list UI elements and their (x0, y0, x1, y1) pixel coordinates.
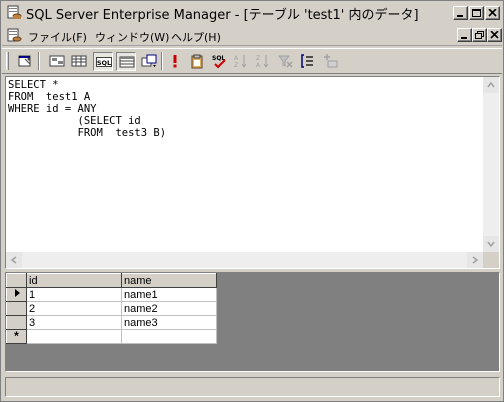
sort-descending-icon: Z A (256, 55, 269, 69)
column-header-name[interactable]: name (121, 273, 217, 288)
results-pane[interactable]: id name 1 name1 2 name2 3 name3 * (5, 272, 500, 372)
svg-text:Z: Z (256, 55, 260, 62)
scroll-left-button[interactable] (6, 252, 22, 268)
group-by-button[interactable] (297, 52, 317, 71)
remove-filter-icon (277, 55, 293, 68)
chevron-right-icon (472, 256, 479, 264)
document-window-icon[interactable] (6, 28, 22, 44)
new-row-selector[interactable]: * (6, 329, 27, 344)
clipboard-check-icon (191, 54, 203, 69)
row-header-corner[interactable] (6, 273, 27, 288)
add-table-button (320, 52, 340, 71)
toolbar-separator (38, 52, 40, 70)
window-title: SQL Server Enterprise Manager - [テーブル 't… (26, 8, 419, 23)
scroll-down-button[interactable] (483, 236, 499, 252)
maximize-button[interactable] (469, 6, 484, 20)
run-button[interactable] (165, 52, 185, 71)
svg-text:Z: Z (234, 62, 238, 69)
cell-id[interactable]: 1 (26, 287, 122, 302)
menu-help[interactable]: ヘルプ(H) (171, 29, 221, 45)
row-selector[interactable] (6, 287, 27, 302)
show-grid-pane-button[interactable] (69, 52, 89, 71)
scroll-right-button[interactable] (467, 252, 483, 268)
enterprise-manager-app-icon[interactable] (6, 5, 22, 21)
title-bar[interactable]: SQL Server Enterprise Manager - [テーブル 't… (2, 3, 502, 24)
menu-file[interactable]: ファイル(F) (28, 29, 87, 45)
grid-pane-icon (71, 55, 87, 67)
chevron-left-icon (10, 256, 17, 264)
menu-window[interactable]: ウィンドウ(W) (95, 29, 169, 45)
check-sql-syntax-button[interactable]: SQL (209, 52, 229, 71)
properties-button[interactable] (15, 52, 35, 71)
child-restore-button[interactable] (472, 28, 487, 42)
sql-pane[interactable]: SELECT * FROM test1 A WHERE id = ANY (SE… (5, 76, 500, 269)
new-row[interactable]: * (6, 329, 217, 344)
change-query-type-icon (141, 54, 157, 67)
diagram-pane-icon (49, 55, 65, 67)
sort-ascending-icon: A Z (234, 55, 247, 69)
row-selector[interactable] (6, 301, 27, 316)
run-icon (173, 55, 177, 68)
chevron-down-icon (487, 241, 495, 248)
table-row[interactable]: 3 name3 (6, 315, 217, 330)
remove-filter-button (275, 52, 295, 71)
show-sql-pane-button[interactable]: SQL (93, 52, 113, 71)
cell-id[interactable]: 3 (26, 315, 122, 330)
grid-header-row: id name (6, 273, 217, 288)
new-row-icon: * (14, 329, 19, 343)
table-row[interactable]: 1 name1 (6, 287, 217, 302)
add-table-icon (324, 54, 338, 68)
sql-vertical-scrollbar[interactable] (483, 77, 499, 252)
show-diagram-pane-button[interactable] (47, 52, 67, 71)
cell-id[interactable] (26, 329, 122, 344)
change-query-type-button[interactable] (139, 52, 159, 71)
minimize-button[interactable] (453, 6, 468, 20)
column-header-id[interactable]: id (26, 273, 122, 288)
current-row-icon (14, 289, 20, 297)
status-bar (5, 377, 500, 397)
toolbar-grip[interactable] (6, 52, 9, 70)
child-minimize-button[interactable] (457, 28, 472, 42)
app-window: SQL Server Enterprise Manager - [テーブル 't… (0, 0, 504, 402)
properties-icon (18, 55, 31, 67)
scroll-up-button[interactable] (483, 77, 499, 93)
group-by-icon (301, 54, 313, 68)
close-button[interactable] (485, 6, 500, 20)
results-pane-icon (119, 56, 135, 68)
cell-name[interactable]: name2 (121, 301, 217, 316)
scrollbar-corner (483, 252, 499, 268)
toolbar-separator (161, 52, 163, 70)
table-row[interactable]: 2 name2 (6, 301, 217, 316)
cell-name[interactable]: name1 (121, 287, 217, 302)
sql-pane-icon: SQL (96, 57, 112, 67)
query-toolbar: SQL SQL A Z Z A (2, 48, 502, 74)
verify-sql-button[interactable] (187, 52, 207, 71)
svg-text:SQL: SQL (97, 59, 111, 67)
cell-name[interactable]: name3 (121, 315, 217, 330)
menu-bar: ファイル(F) ウィンドウ(W) ヘルプ(H) (2, 26, 502, 46)
cell-id[interactable]: 2 (26, 301, 122, 316)
show-results-pane-button[interactable] (116, 52, 136, 71)
child-close-button[interactable] (487, 28, 502, 42)
svg-text:A: A (234, 55, 239, 62)
row-selector[interactable] (6, 315, 27, 330)
sort-descending-button: Z A (253, 52, 273, 71)
svg-text:A: A (256, 62, 261, 69)
results-grid[interactable]: id name 1 name1 2 name2 3 name3 * (6, 273, 217, 344)
sort-ascending-button: A Z (231, 52, 251, 71)
sql-query-text[interactable]: SELECT * FROM test1 A WHERE id = ANY (SE… (8, 79, 166, 139)
chevron-up-icon (487, 81, 495, 88)
sql-check-icon: SQL (212, 55, 226, 69)
sql-horizontal-scrollbar[interactable] (6, 252, 483, 268)
cell-name[interactable] (121, 329, 217, 344)
